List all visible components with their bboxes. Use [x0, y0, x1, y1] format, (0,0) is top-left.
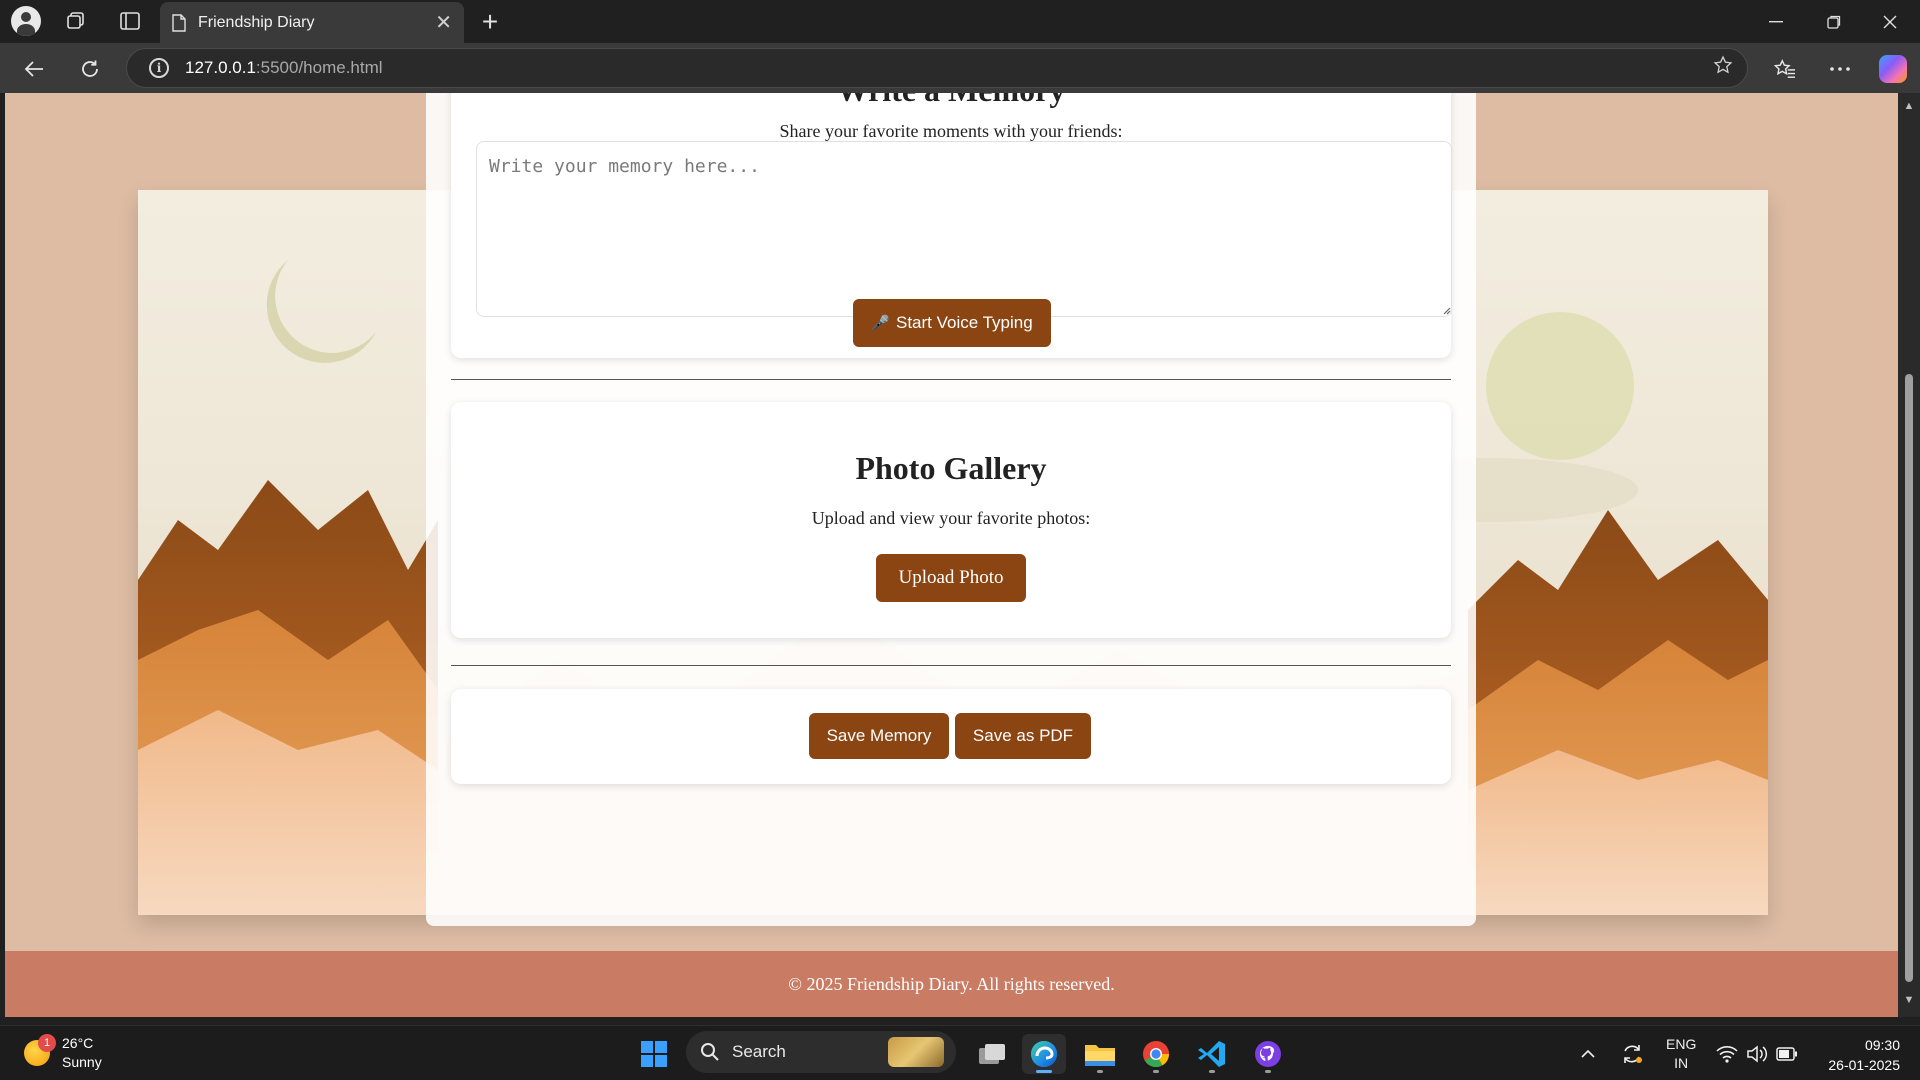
url-host: 127.0.0.1 [185, 58, 256, 77]
wifi-icon[interactable] [1716, 1026, 1738, 1080]
tab-actions-icon[interactable] [112, 5, 148, 37]
vscode-icon[interactable] [1190, 1034, 1234, 1074]
volume-icon[interactable] [1746, 1026, 1768, 1080]
chrome-icon[interactable] [1134, 1034, 1178, 1074]
profile-avatar-icon[interactable] [8, 5, 44, 37]
task-view-icon[interactable] [970, 1034, 1014, 1074]
windows-start-icon[interactable] [632, 1034, 676, 1074]
section-divider [451, 379, 1451, 380]
clock-date: 26-01-2025 [1828, 1057, 1900, 1073]
search-highlight-image [888, 1037, 944, 1067]
save-memory-button[interactable]: Save Memory [809, 713, 949, 759]
microphone-icon: 🎤 [871, 315, 890, 332]
back-icon[interactable] [16, 51, 52, 87]
minimize-icon[interactable] [1748, 0, 1804, 43]
restore-icon[interactable] [1806, 0, 1862, 43]
favorite-star-icon[interactable] [1713, 55, 1733, 81]
workspaces-icon[interactable] [58, 5, 94, 37]
taskbar-search-box[interactable]: Search [686, 1031, 956, 1073]
memory-textarea[interactable] [476, 141, 1452, 317]
file-explorer-icon[interactable] [1078, 1034, 1122, 1074]
weather-condition: Sunny [62, 1054, 102, 1070]
browser-toolbar: i 127.0.0.1:5500/home.html [0, 43, 1920, 93]
system-clock[interactable]: 09:30 26-01-2025 [1828, 1035, 1900, 1075]
window-bottom-edge [0, 1017, 1920, 1025]
refresh-icon[interactable] [72, 51, 108, 87]
language-indicator[interactable]: ENG IN [1666, 1026, 1696, 1080]
scroll-thumb[interactable] [1905, 374, 1913, 982]
voice-button-label: Start Voice Typing [895, 313, 1033, 332]
sunny-weather-icon: 1 [24, 1034, 56, 1066]
scroll-up-arrow-icon[interactable]: ▲ [1903, 101, 1915, 112]
gallery-heading: Photo Gallery [855, 450, 1047, 486]
memory-card: Write a Memory Share your favorite momen… [451, 93, 1452, 358]
photo-gallery-card: Photo Gallery Upload and view your favor… [451, 402, 1451, 638]
github-desktop-icon[interactable] [1246, 1034, 1290, 1074]
gallery-subtitle: Upload and view your favorite photos: [811, 508, 1091, 528]
start-voice-typing-button[interactable]: 🎤 Start Voice Typing [853, 299, 1051, 347]
content-panel: Write a Memory Share your favorite momen… [426, 93, 1476, 926]
tab-friendship-diary[interactable]: Friendship Diary ✕ [160, 2, 464, 43]
search-label: Search [732, 1042, 786, 1061]
weather-widget[interactable]: 1 26°C Sunny [24, 1034, 102, 1072]
save-as-pdf-button[interactable]: Save as PDF [955, 713, 1091, 759]
show-hidden-icons-chevron-icon[interactable] [1580, 1026, 1596, 1080]
info-icon[interactable]: i [149, 58, 169, 78]
weather-temperature: 26°C [62, 1035, 94, 1051]
page-footer: © 2025 Friendship Diary. All rights rese… [5, 951, 1898, 1017]
page-scrollbar[interactable]: ▲ ▼ [1898, 93, 1920, 1017]
tab-close-icon[interactable]: ✕ [435, 10, 452, 35]
save-actions-card: Save Memory Save as PDF [451, 689, 1451, 784]
upload-photo-button[interactable]: Upload Photo [876, 554, 1026, 602]
scroll-down-arrow-icon[interactable]: ▼ [1903, 995, 1915, 1006]
edge-browser-icon[interactable] [1022, 1034, 1066, 1074]
battery-icon[interactable] [1776, 1026, 1798, 1080]
memory-subtitle: Share your favorite moments with your fr… [779, 121, 1123, 141]
close-icon[interactable] [1862, 0, 1918, 43]
page-icon [172, 13, 186, 32]
new-tab-button[interactable]: + [472, 6, 508, 38]
tab-title: Friendship Diary [198, 13, 315, 31]
memory-heading: Write a Memory [451, 93, 1451, 109]
url-path: :5500/home.html [255, 58, 383, 77]
address-bar[interactable]: i 127.0.0.1:5500/home.html [126, 48, 1748, 88]
favorites-icon[interactable] [1767, 51, 1803, 87]
section-divider [451, 665, 1451, 666]
language-code: ENG [1666, 1035, 1697, 1052]
page-viewport: Write a Memory Share your favorite momen… [5, 93, 1898, 1017]
taskbar: 1 26°C Sunny Search ENG IN 09:30 26-01-2… [0, 1025, 1920, 1080]
browser-titlebar: Friendship Diary ✕ + [0, 0, 1920, 43]
notification-badge: 1 [38, 1034, 56, 1052]
search-icon [701, 1043, 719, 1061]
language-region: IN [1674, 1054, 1689, 1071]
clock-time: 09:30 [1864, 1037, 1900, 1053]
resize-grip-icon[interactable] [1441, 305, 1451, 315]
more-icon[interactable] [1822, 51, 1858, 87]
copilot-icon[interactable] [1875, 51, 1911, 87]
sync-icon[interactable] [1620, 1026, 1644, 1080]
